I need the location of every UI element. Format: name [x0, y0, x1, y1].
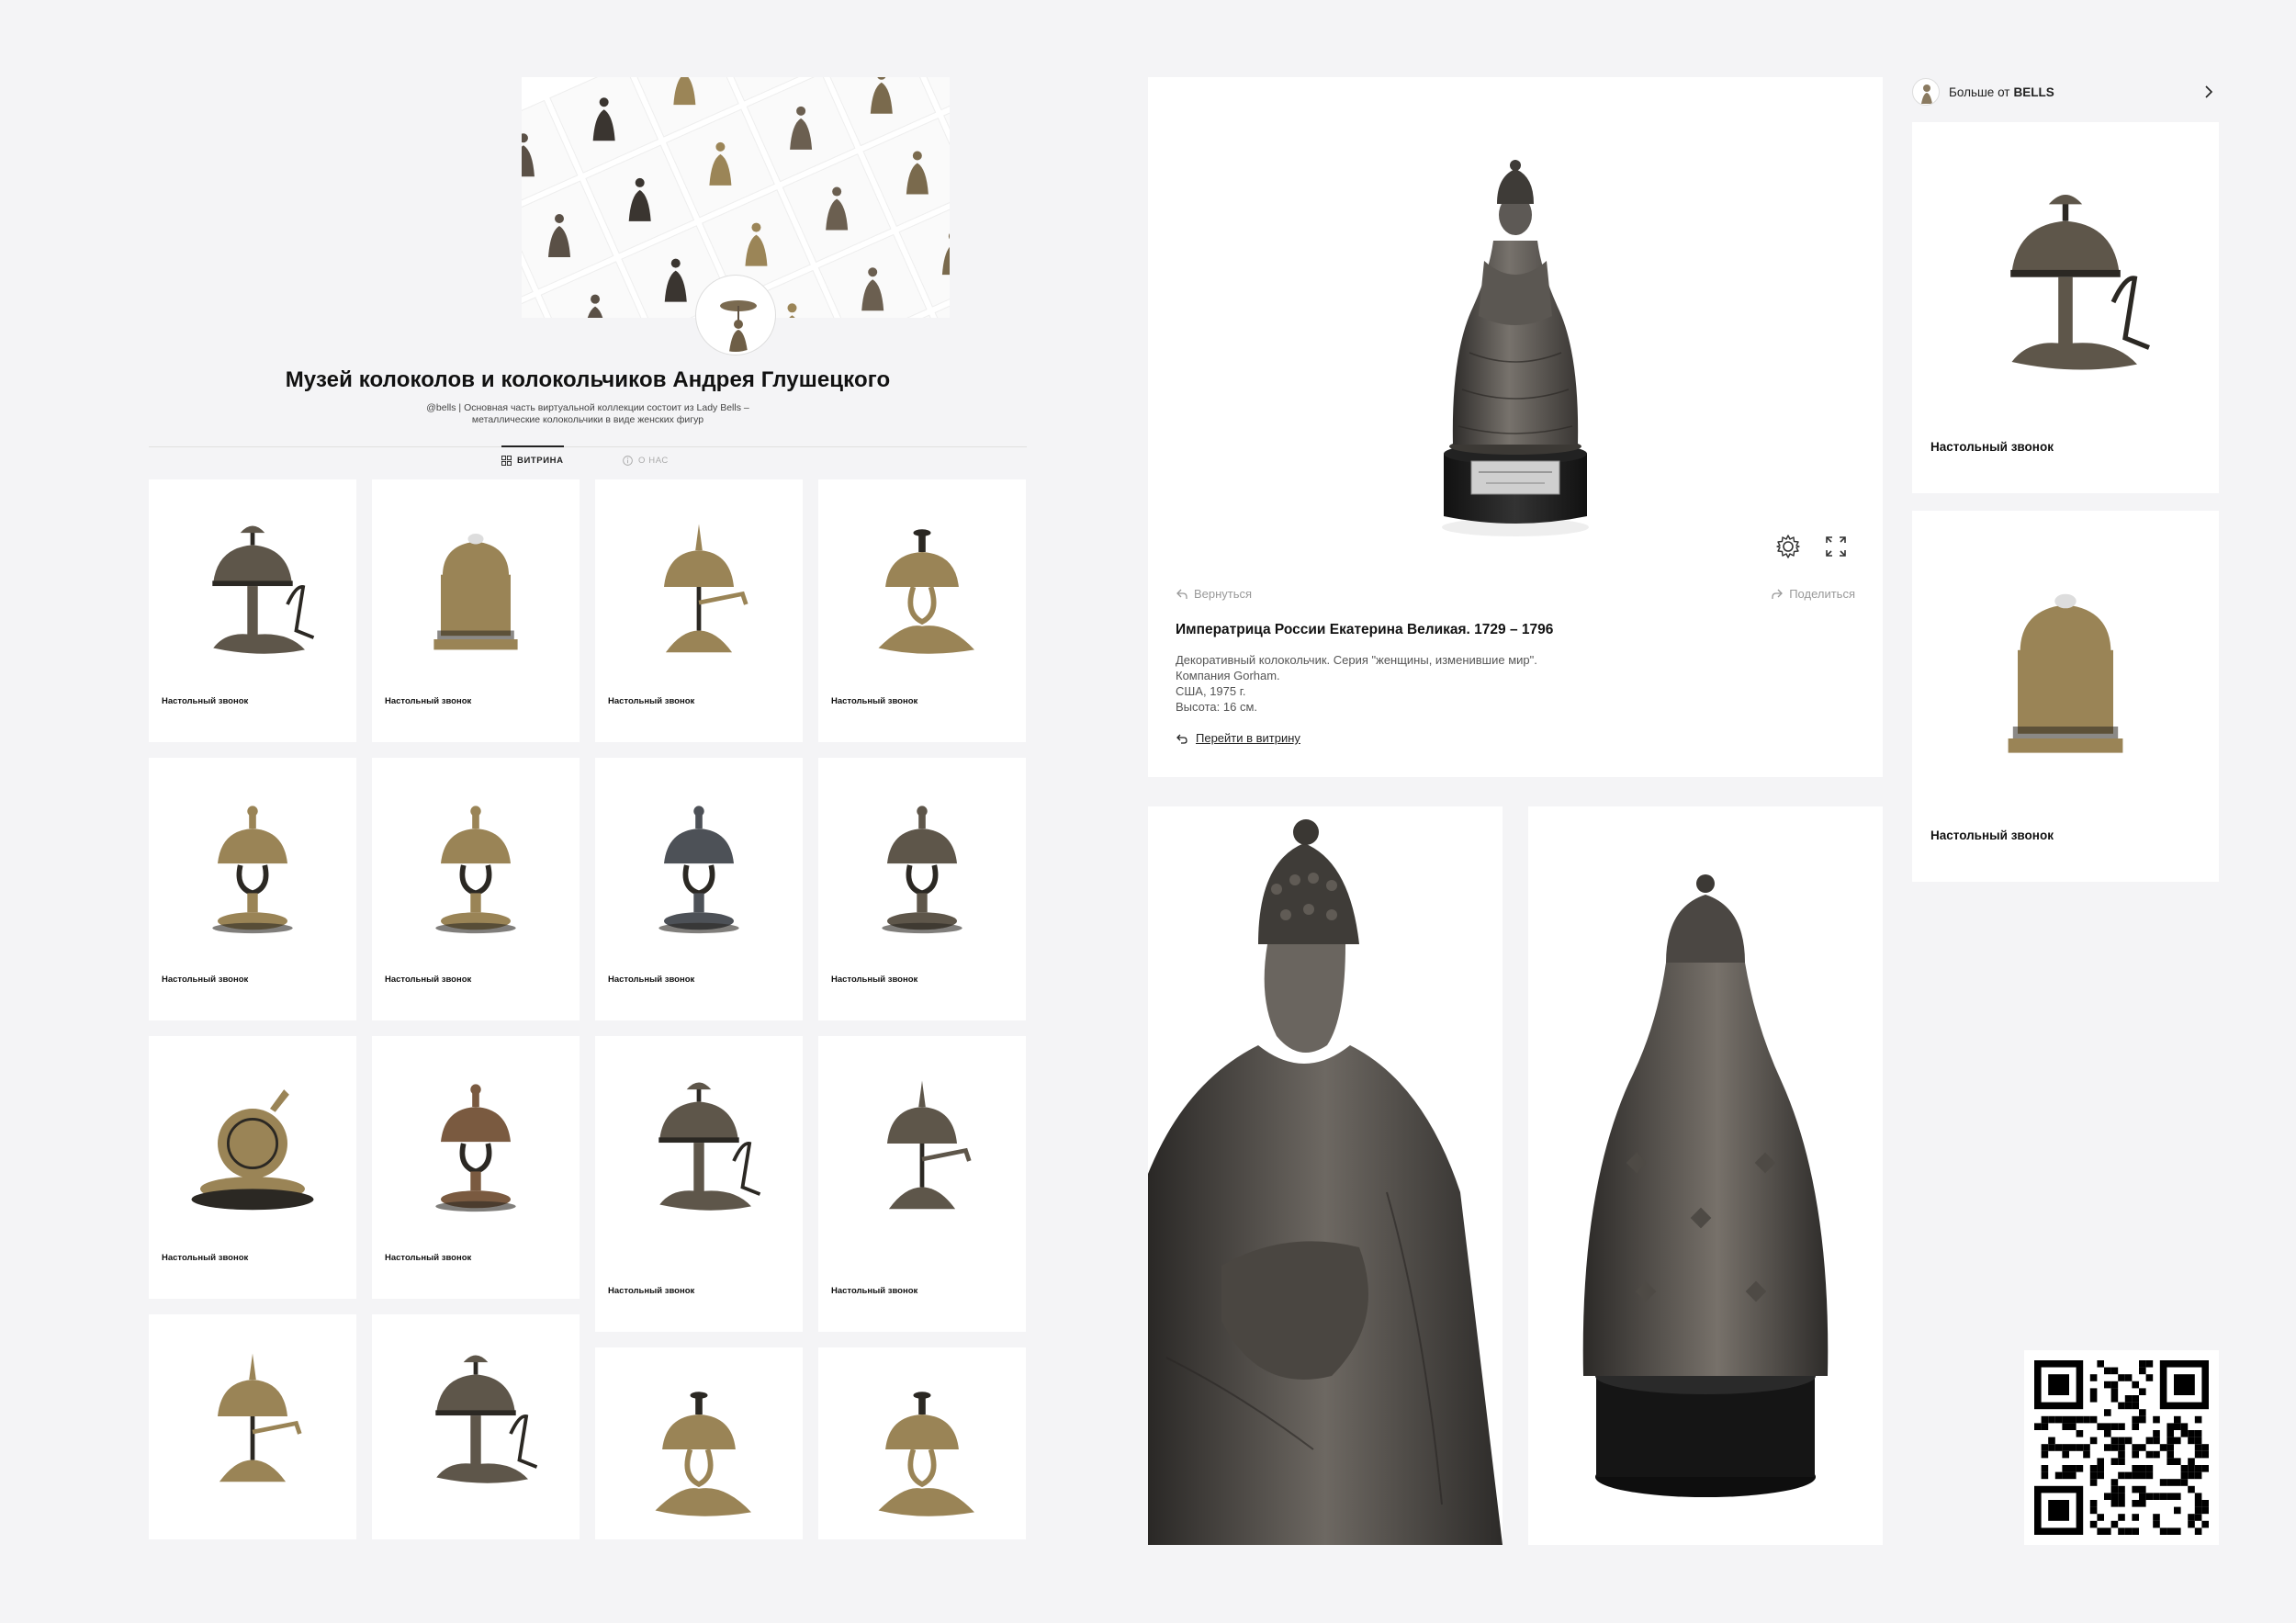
bell-image: [372, 1314, 580, 1516]
profile-description: @bells | Основная часть виртуальной колл…: [426, 402, 749, 425]
card-label: Настольный звонок: [385, 975, 472, 985]
bell-image: [149, 1314, 356, 1516]
bell-image: [818, 1347, 1026, 1539]
bell-image: [2010, 195, 2150, 370]
share-button[interactable]: Поделиться: [1771, 587, 1855, 601]
back-label: Вернуться: [1194, 587, 1253, 601]
bell-image: [595, 1347, 803, 1539]
share-label: Поделиться: [1789, 587, 1855, 601]
description-line: Компания Gorham.: [1176, 669, 1280, 682]
showcase-card[interactable]: Настольный звонок: [595, 1036, 803, 1332]
showcase-card[interactable]: Настольный звонок: [595, 758, 803, 1020]
showcase-card[interactable]: Настольный звонок: [149, 479, 356, 742]
item-description: Декоративный колокольчик. Серия "женщины…: [1176, 652, 1537, 715]
card-label: Настольный звонок: [385, 1253, 472, 1263]
bell-image: [149, 1036, 356, 1238]
page: Музей колоколов и колокольчиков Андрея Г…: [0, 0, 2296, 1623]
bell-image: [2008, 593, 2123, 753]
bell-image: [149, 758, 356, 960]
card-label: Настольный звонок: [162, 696, 249, 706]
more-brand: BELLS: [2013, 85, 2054, 99]
brand-avatar: [1912, 78, 1940, 106]
card-label: Настольный звонок: [608, 1286, 695, 1296]
bell-image: [595, 758, 803, 960]
profile-title: Музей колоколов и колокольчиков Андрея Г…: [285, 367, 891, 392]
bell-image: [818, 479, 1026, 682]
description-line: Декоративный колокольчик. Серия "женщины…: [1176, 653, 1537, 667]
bell-image: [372, 1036, 580, 1238]
showcase-card[interactable]: Настольный звонок: [149, 758, 356, 1020]
card-label: Настольный звонок: [831, 696, 918, 706]
bell-image: [818, 1036, 1026, 1238]
tab-about-label: О НАС: [638, 456, 669, 466]
showcase-card[interactable]: [818, 1347, 1026, 1539]
more-prefix: Больше от: [1949, 85, 2010, 99]
bell-image: [595, 1036, 803, 1238]
showcase-card[interactable]: Настольный звонок: [818, 758, 1026, 1020]
chevron-right-icon[interactable]: [2202, 83, 2215, 101]
bell-image: [372, 479, 580, 682]
back-arrow-icon: [1176, 589, 1187, 599]
showcase-card[interactable]: Настольный звонок: [595, 479, 803, 742]
showcase-card[interactable]: [372, 1314, 580, 1539]
tabs-divider: [149, 446, 1027, 447]
showcase-card[interactable]: Настольный звонок: [372, 479, 580, 742]
card-label: Настольный звонок: [162, 1253, 249, 1263]
card-label: Настольный звонок: [608, 975, 695, 985]
bell-image: [372, 758, 580, 960]
item-hero-image[interactable]: [1148, 77, 1883, 592]
item-title: Императрица России Екатерина Великая. 17…: [1176, 622, 1554, 637]
fullscreen-icon[interactable]: [1822, 533, 1850, 560]
share-icon: [1772, 589, 1784, 599]
go-to-showcase-link[interactable]: Перейти в витрину: [1176, 731, 1300, 745]
info-icon: [623, 456, 633, 466]
item-detail-panel: Вернуться Поделиться Императрица России …: [1148, 77, 1883, 777]
avatar[interactable]: [696, 276, 775, 355]
showcase-card[interactable]: Настольный звонок: [149, 1036, 356, 1299]
grid-icon: [501, 456, 512, 466]
card-label: Настольный звонок: [608, 696, 695, 706]
description-line: Высота: 16 см.: [1176, 700, 1257, 714]
showcase-card[interactable]: [595, 1347, 803, 1539]
showcase-card[interactable]: Настольный звонок: [372, 1036, 580, 1299]
settings-icon[interactable]: [1774, 533, 1802, 560]
more-item-card[interactable]: Настольный звонок: [1912, 511, 2219, 882]
item-photo-back[interactable]: [1528, 806, 1883, 1545]
card-label: Настольный звонок: [162, 975, 249, 985]
bell-image: [149, 479, 356, 682]
tab-showcase[interactable]: ВИТРИНА: [501, 445, 564, 466]
showcase-card[interactable]: Настольный звонок: [818, 1036, 1026, 1332]
hero-actions: [1774, 533, 1850, 560]
more-from-header[interactable]: Больше от BELLS: [1912, 77, 2219, 107]
card-label: Настольный звонок: [385, 696, 472, 706]
bell-image: [818, 758, 1026, 960]
card-label: Настольный звонок: [831, 975, 918, 985]
qr-code: [2024, 1350, 2219, 1545]
more-item-label: Настольный звонок: [1930, 828, 2054, 842]
description-line: США, 1975 г.: [1176, 684, 1246, 698]
tab-about[interactable]: О НАС: [623, 456, 669, 466]
go-to-showcase-label: Перейти в витрину: [1196, 731, 1300, 745]
showcase-card[interactable]: Настольный звонок: [372, 758, 580, 1020]
back-button[interactable]: Вернуться: [1176, 587, 1252, 601]
more-item-card[interactable]: Настольный звонок: [1912, 122, 2219, 493]
showcase-card[interactable]: [149, 1314, 356, 1539]
bell-image: [595, 479, 803, 682]
showcase-card[interactable]: Настольный звонок: [818, 479, 1026, 742]
return-icon: [1176, 734, 1187, 744]
tab-showcase-label: ВИТРИНА: [517, 456, 564, 466]
more-item-label: Настольный звонок: [1930, 440, 2054, 454]
item-photo-closeup[interactable]: [1148, 806, 1503, 1545]
card-label: Настольный звонок: [831, 1286, 918, 1296]
